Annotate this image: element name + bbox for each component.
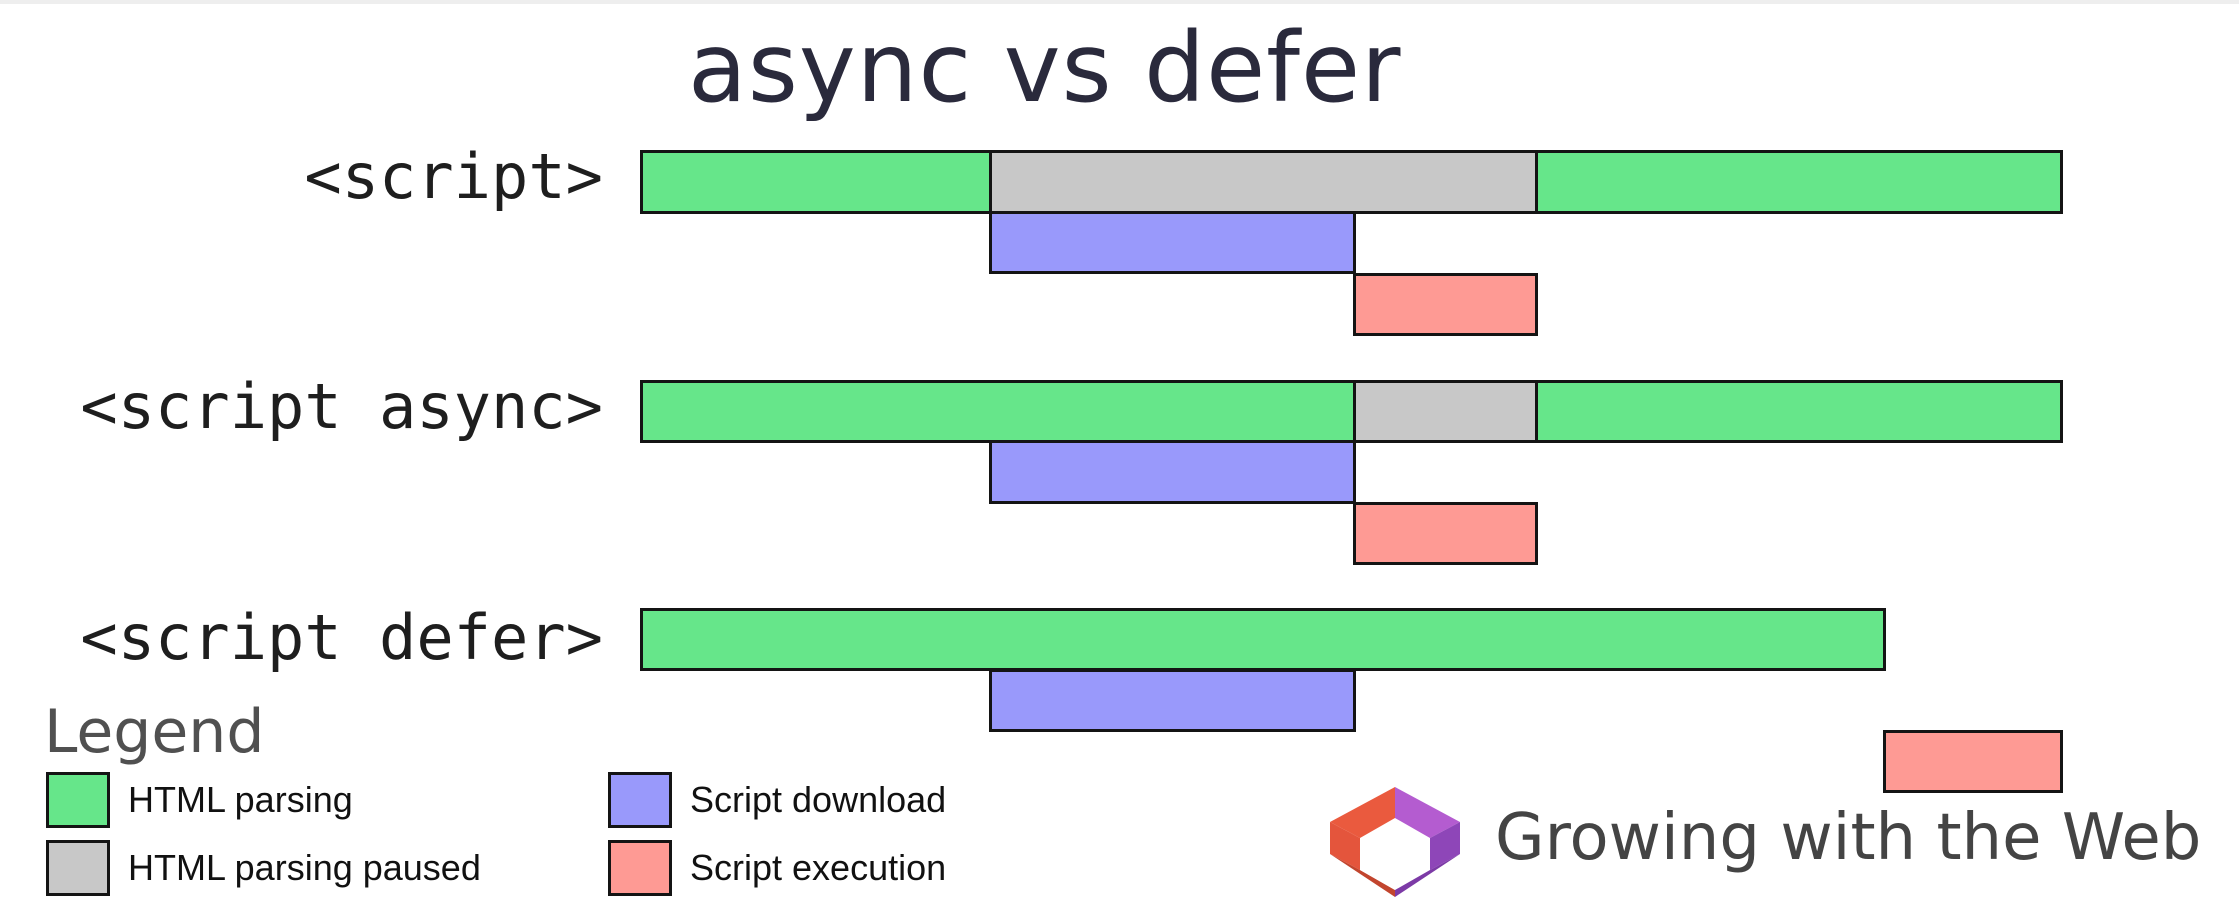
bar-html-parsing [640, 380, 1356, 443]
row-label-script-defer: <script defer> [80, 601, 603, 674]
legend-swatch-script-execution [608, 840, 672, 896]
bar-script-execution [1353, 502, 1538, 565]
legend-label: Script download [690, 779, 947, 820]
bar-html-parsing [1535, 380, 2063, 443]
legend-label: HTML parsing [128, 779, 353, 820]
bar-script-download [989, 669, 1356, 732]
bar-html-parsing-paused [989, 150, 1538, 214]
bar-html-parsing [640, 608, 1886, 671]
legend-swatch-script-download [608, 772, 672, 828]
brand-name: Growing with the Web [1495, 801, 2202, 875]
legend-label: HTML parsing paused [128, 847, 481, 888]
bar-html-parsing-paused [1353, 380, 1538, 443]
bar-script-execution [1353, 273, 1538, 336]
bar-html-parsing [1535, 150, 2063, 214]
diagram-title: async vs defer [688, 12, 1402, 124]
top-border [0, 0, 2239, 4]
brand: Growing with the Web [1320, 782, 2220, 902]
legend-swatch-html-parsing [46, 772, 110, 828]
legend-title: Legend [44, 697, 265, 767]
cube-logo-icon [1330, 787, 1460, 897]
legend-label: Script execution [690, 847, 947, 888]
bar-script-download [989, 440, 1356, 504]
row-label-script: <script> [304, 140, 603, 213]
bar-script-download [989, 211, 1356, 274]
row-label-script-async: <script async> [80, 370, 603, 443]
bar-html-parsing [640, 150, 992, 214]
legend-swatch-html-parsing-paused [46, 840, 110, 896]
